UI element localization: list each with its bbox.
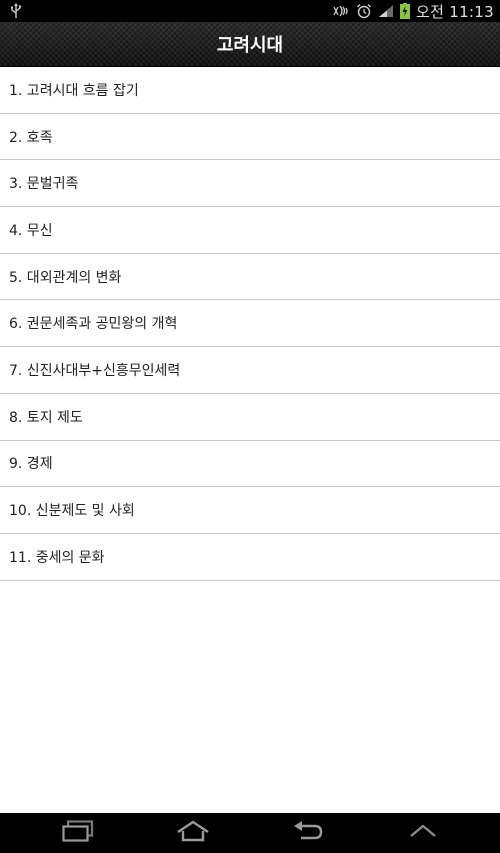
list-item-1[interactable]: 1. 고려시대 흐름 잡기: [0, 67, 500, 114]
list-item-4[interactable]: 4. 무신: [0, 207, 500, 254]
status-bar: 오전 11:13: [0, 0, 500, 22]
menu-up-icon: [408, 823, 438, 843]
list-item-label: 3. 문벌귀족: [9, 176, 79, 193]
back-button[interactable]: [278, 813, 338, 853]
list-item-10[interactable]: 10. 신분제도 및 사회: [0, 487, 500, 534]
list-item-label: 2. 호족: [9, 129, 53, 146]
alarm-icon: [356, 3, 372, 19]
list-item-label: 8. 토지 제도: [9, 409, 83, 426]
list-item-label: 6. 권문세족과 공민왕의 개혁: [9, 316, 178, 333]
status-time: 오전 11:13: [416, 2, 494, 21]
list-item-7[interactable]: 7. 신진사대부+신흥무인세력: [0, 347, 500, 394]
title-bar: 고려시대: [0, 22, 500, 67]
list-item-label: 1. 고려시대 흐름 잡기: [9, 82, 139, 99]
page-title: 고려시대: [216, 35, 284, 56]
menu-up-button[interactable]: [393, 813, 453, 853]
list-item-label: 4. 무신: [9, 222, 53, 239]
chapter-list: 1. 고려시대 흐름 잡기 2. 호족 3. 문벌귀족 4. 무신 5. 대외관…: [0, 67, 500, 581]
battery-icon: [400, 3, 410, 19]
recent-apps-icon: [61, 820, 94, 846]
recent-apps-button[interactable]: [48, 813, 108, 853]
status-right: 오전 11:13: [332, 1, 494, 22]
list-item-label: 10. 신분제도 및 사회: [9, 503, 135, 520]
navigation-bar: [0, 813, 500, 853]
home-button[interactable]: [163, 813, 223, 853]
list-item-5[interactable]: 5. 대외관계의 변화: [0, 253, 500, 301]
list-item-6[interactable]: 6. 권문세족과 공민왕의 개혁: [0, 300, 500, 348]
list-item-8[interactable]: 8. 토지 제도: [0, 393, 500, 441]
signal-icon: [378, 4, 394, 18]
list-item-9[interactable]: 9. 경제: [0, 440, 500, 488]
status-left: [10, 3, 22, 19]
list-item-label: 5. 대외관계의 변화: [9, 269, 122, 286]
list-item-3[interactable]: 3. 문벌귀족: [0, 160, 500, 208]
list-item-11[interactable]: 11. 중세의 문화: [0, 533, 500, 581]
nfc-icon: [332, 4, 350, 18]
list-item-2[interactable]: 2. 호족: [0, 113, 500, 161]
list-item-label: 9. 경제: [9, 456, 53, 473]
list-item-label: 7. 신진사대부+신흥무인세력: [9, 362, 181, 379]
usb-icon: [10, 3, 22, 19]
home-icon: [175, 820, 211, 846]
list-item-label: 11. 중세의 문화: [9, 549, 105, 566]
back-icon: [293, 820, 323, 846]
